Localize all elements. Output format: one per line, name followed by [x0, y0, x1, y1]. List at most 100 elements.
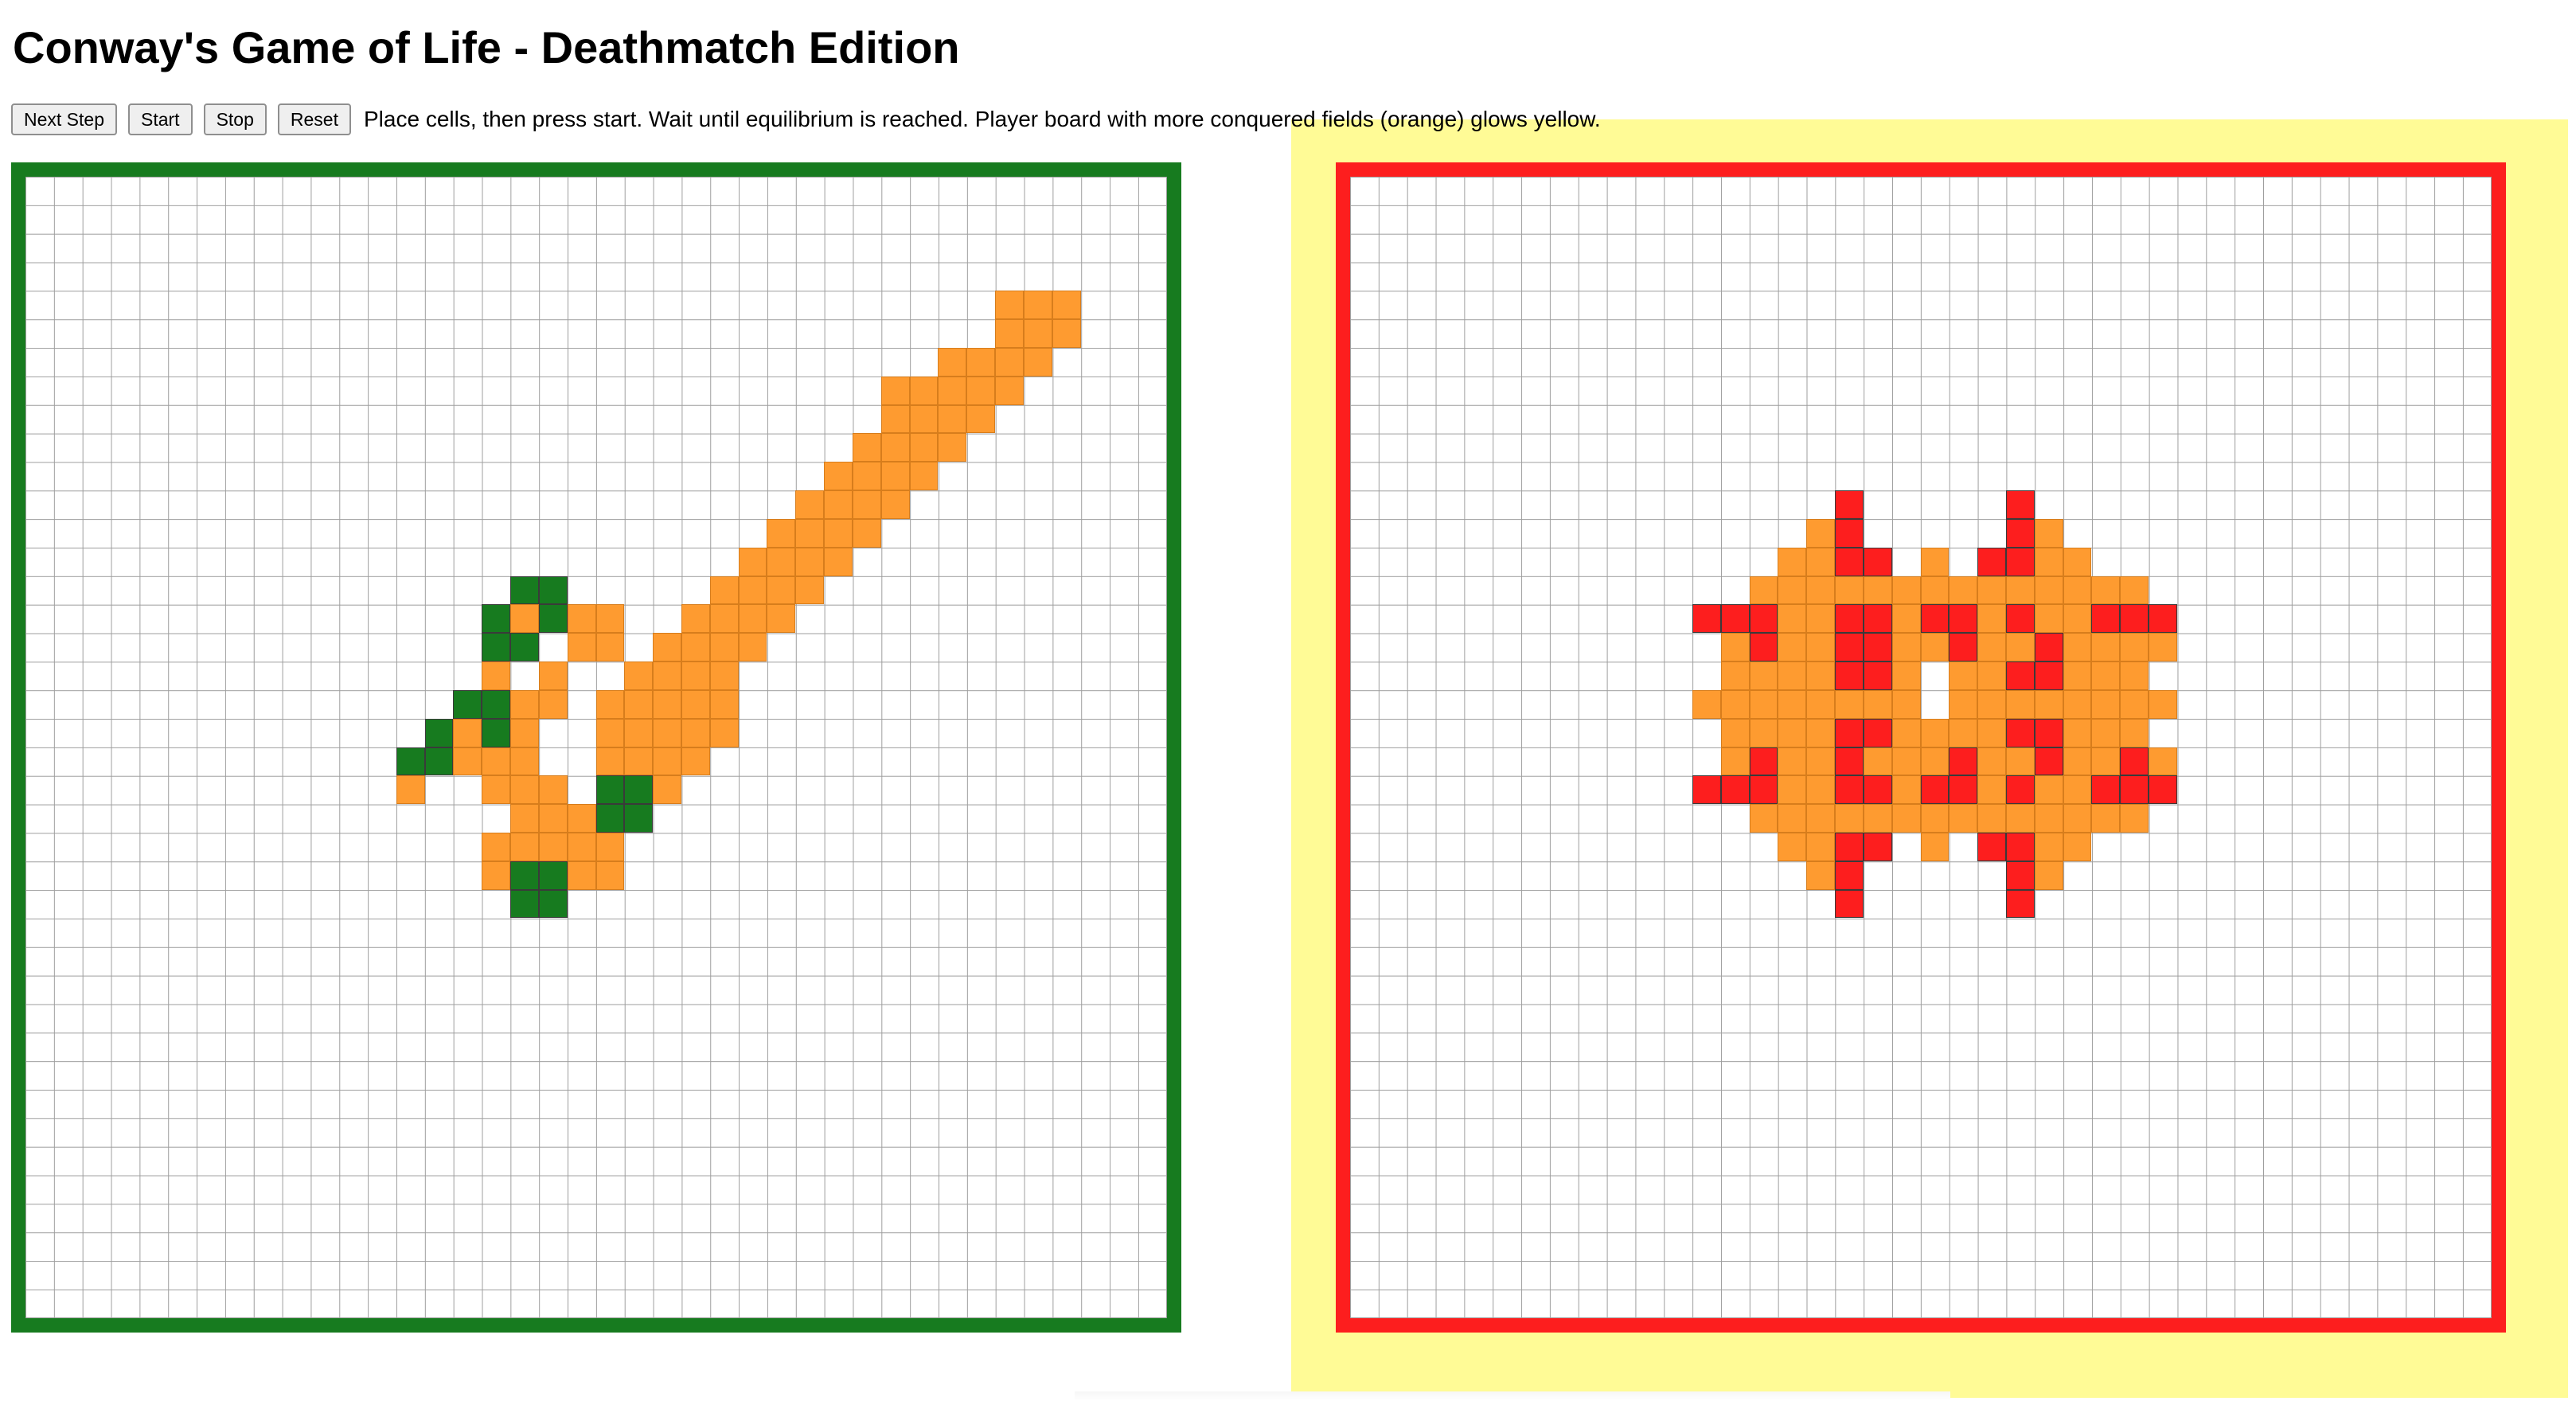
live-cell[interactable] [2005, 718, 2035, 747]
conquered-cell[interactable] [653, 747, 681, 776]
conquered-cell[interactable] [767, 576, 796, 605]
conquered-cell[interactable] [2120, 804, 2149, 833]
conquered-cell[interactable] [653, 661, 681, 690]
conquered-cell[interactable] [880, 376, 910, 405]
conquered-cell[interactable] [2005, 689, 2035, 719]
conquered-cell[interactable] [852, 490, 881, 519]
conquered-cell[interactable] [1977, 576, 2006, 605]
conquered-cell[interactable] [2034, 804, 2063, 833]
conquered-cell[interactable] [1720, 718, 1750, 747]
conquered-cell[interactable] [738, 604, 767, 634]
conquered-cell[interactable] [681, 689, 710, 719]
live-cell[interactable] [424, 747, 454, 776]
live-cell[interactable] [2120, 604, 2149, 634]
conquered-cell[interactable] [1778, 604, 1807, 634]
conquered-cell[interactable] [1778, 718, 1807, 747]
live-cell[interactable] [1863, 547, 1892, 576]
live-cell[interactable] [1949, 633, 1978, 662]
conquered-cell[interactable] [1806, 576, 1836, 605]
conquered-cell[interactable] [538, 661, 568, 690]
live-cell[interactable] [1977, 832, 2006, 861]
live-cell[interactable] [1835, 490, 1864, 519]
conquered-cell[interactable] [2091, 633, 2121, 662]
conquered-cell[interactable] [1863, 804, 1892, 833]
conquered-cell[interactable] [1920, 547, 1950, 576]
conquered-cell[interactable] [2005, 747, 2035, 776]
conquered-cell[interactable] [880, 404, 910, 434]
live-cell[interactable] [624, 775, 654, 805]
conquered-cell[interactable] [738, 576, 767, 605]
conquered-cell[interactable] [681, 661, 710, 690]
conquered-cell[interactable] [1891, 775, 1921, 805]
conquered-cell[interactable] [1806, 689, 1836, 719]
cell-grid-right[interactable] [1350, 177, 2492, 1318]
conquered-cell[interactable] [538, 804, 568, 833]
conquered-cell[interactable] [880, 433, 910, 462]
conquered-cell[interactable] [880, 462, 910, 491]
conquered-cell[interactable] [482, 775, 511, 805]
conquered-cell[interactable] [1720, 633, 1750, 662]
conquered-cell[interactable] [824, 518, 853, 548]
live-cell[interactable] [1749, 747, 1778, 776]
conquered-cell[interactable] [538, 832, 568, 861]
conquered-cell[interactable] [482, 747, 511, 776]
conquered-cell[interactable] [1949, 576, 1978, 605]
conquered-cell[interactable] [909, 462, 939, 491]
conquered-cell[interactable] [880, 490, 910, 519]
conquered-cell[interactable] [1720, 747, 1750, 776]
conquered-cell[interactable] [1891, 576, 1921, 605]
conquered-cell[interactable] [795, 490, 825, 519]
conquered-cell[interactable] [1720, 689, 1750, 719]
live-cell[interactable] [1920, 775, 1950, 805]
live-cell[interactable] [1835, 861, 1864, 890]
conquered-cell[interactable] [681, 747, 710, 776]
conquered-cell[interactable] [396, 775, 425, 805]
conquered-cell[interactable] [2034, 689, 2063, 719]
conquered-cell[interactable] [995, 376, 1024, 405]
live-cell[interactable] [482, 689, 511, 719]
live-cell[interactable] [1863, 604, 1892, 634]
conquered-cell[interactable] [2005, 804, 2035, 833]
live-cell[interactable] [482, 604, 511, 634]
live-cell[interactable] [1863, 718, 1892, 747]
conquered-cell[interactable] [2063, 718, 2092, 747]
conquered-cell[interactable] [1977, 604, 2006, 634]
live-cell[interactable] [1835, 604, 1864, 634]
conquered-cell[interactable] [2034, 547, 2063, 576]
live-cell[interactable] [1835, 832, 1864, 861]
conquered-cell[interactable] [1891, 661, 1921, 690]
next-step-button[interactable]: Next Step [11, 103, 117, 135]
conquered-cell[interactable] [995, 347, 1024, 377]
live-cell[interactable] [453, 689, 482, 719]
reset-button[interactable]: Reset [277, 103, 351, 135]
conquered-cell[interactable] [1920, 718, 1950, 747]
conquered-cell[interactable] [709, 718, 739, 747]
live-cell[interactable] [1863, 775, 1892, 805]
conquered-cell[interactable] [966, 404, 996, 434]
conquered-cell[interactable] [1863, 747, 1892, 776]
conquered-cell[interactable] [2091, 661, 2121, 690]
conquered-cell[interactable] [1778, 689, 1807, 719]
conquered-cell[interactable] [2034, 518, 2063, 548]
live-cell[interactable] [2120, 775, 2149, 805]
conquered-cell[interactable] [909, 404, 939, 434]
live-cell[interactable] [1835, 547, 1864, 576]
conquered-cell[interactable] [2091, 747, 2121, 776]
conquered-cell[interactable] [938, 433, 967, 462]
conquered-cell[interactable] [2034, 832, 2063, 861]
conquered-cell[interactable] [567, 604, 596, 634]
live-cell[interactable] [1835, 518, 1864, 548]
conquered-cell[interactable] [824, 490, 853, 519]
conquered-cell[interactable] [795, 576, 825, 605]
conquered-cell[interactable] [1977, 804, 2006, 833]
conquered-cell[interactable] [624, 661, 654, 690]
conquered-cell[interactable] [1920, 832, 1950, 861]
conquered-cell[interactable] [966, 376, 996, 405]
conquered-cell[interactable] [1835, 576, 1864, 605]
conquered-cell[interactable] [2063, 661, 2092, 690]
conquered-cell[interactable] [653, 775, 681, 805]
conquered-cell[interactable] [2063, 747, 2092, 776]
conquered-cell[interactable] [824, 462, 853, 491]
conquered-cell[interactable] [767, 547, 796, 576]
conquered-cell[interactable] [2120, 689, 2149, 719]
